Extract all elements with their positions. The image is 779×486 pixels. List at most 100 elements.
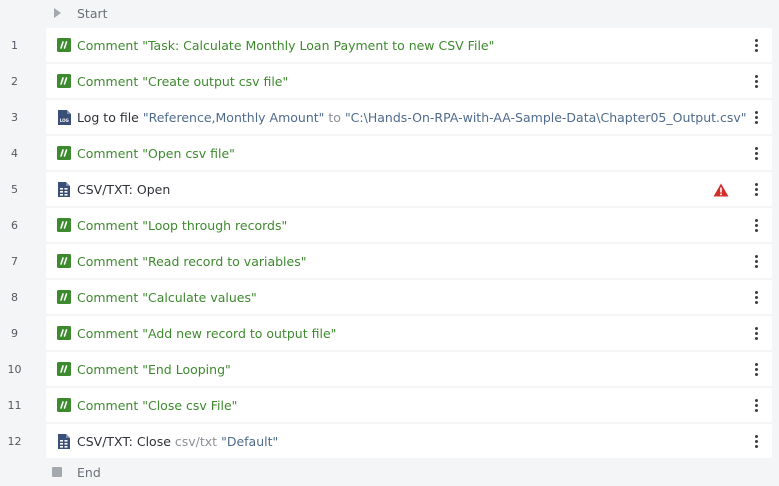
comment-icon bbox=[53, 64, 75, 98]
action-card[interactable]: LOG Log to file "Reference,Monthly Amount… bbox=[46, 100, 772, 134]
action-text: Comment "Calculate values" bbox=[77, 290, 749, 305]
action-name: Comment bbox=[77, 325, 139, 341]
action-parameter: "Reference,Monthly Amount" bbox=[142, 109, 325, 125]
action-card[interactable]: Comment "Calculate values" bbox=[46, 280, 772, 314]
action-text: Comment "Read record to variables" bbox=[77, 254, 749, 269]
more-options-icon[interactable] bbox=[746, 388, 766, 422]
action-row[interactable]: 7 Comment "Read record to variables" bbox=[0, 244, 779, 278]
more-options-icon[interactable] bbox=[746, 244, 766, 278]
comment-icon bbox=[53, 352, 75, 386]
action-card[interactable]: Comment "Add new record to output file" bbox=[46, 316, 772, 350]
comment-icon bbox=[53, 208, 75, 242]
action-keyword: csv/txt bbox=[174, 433, 218, 449]
more-options-icon[interactable] bbox=[746, 100, 766, 134]
more-options-icon[interactable] bbox=[746, 136, 766, 170]
line-number: 5 bbox=[11, 182, 18, 196]
action-card[interactable]: Comment "Loop through records" bbox=[46, 208, 772, 242]
action-name: Comment bbox=[77, 253, 139, 269]
line-number: 7 bbox=[11, 254, 18, 268]
action-text: Comment "Open csv file" bbox=[77, 146, 749, 161]
task-flow-editor: Start 1 Comment "Task: Calculate Monthly … bbox=[0, 0, 779, 486]
comment-icon bbox=[53, 244, 75, 278]
more-options-icon[interactable] bbox=[746, 280, 766, 314]
action-row[interactable]: 3 LOG Log to file "Reference,Monthly Amoun… bbox=[0, 100, 779, 134]
action-text: CSV/TXT: Open bbox=[77, 182, 749, 197]
action-parameter: "Calculate values" bbox=[142, 289, 257, 305]
action-parameter: "Read record to variables" bbox=[142, 253, 307, 269]
line-number: 9 bbox=[11, 326, 18, 340]
comment-icon bbox=[53, 388, 75, 422]
line-number: 10 bbox=[7, 362, 22, 376]
action-parameter: "Add new record to output file" bbox=[142, 325, 337, 341]
action-parameter: "Loop through records" bbox=[142, 217, 288, 233]
action-row[interactable]: 4 Comment "Open csv file" bbox=[0, 136, 779, 170]
action-card[interactable]: Comment "Open csv file" bbox=[46, 136, 772, 170]
action-name: Comment bbox=[77, 397, 139, 413]
action-text: Log to file "Reference,Monthly Amount" t… bbox=[77, 110, 749, 125]
comment-icon bbox=[53, 280, 75, 314]
line-number: 4 bbox=[11, 146, 18, 160]
action-parameter: "Open csv file" bbox=[142, 145, 235, 161]
start-marker: Start bbox=[46, 0, 108, 26]
more-options-icon[interactable] bbox=[746, 172, 766, 206]
action-text: CSV/TXT: Close csv/txt "Default" bbox=[77, 434, 749, 449]
action-name: Log to file bbox=[77, 109, 139, 125]
end-label: End bbox=[77, 464, 101, 480]
line-number: 12 bbox=[7, 434, 22, 448]
action-name: CSV/TXT: Open bbox=[77, 181, 171, 197]
action-row[interactable]: 6 Comment "Loop through records" bbox=[0, 208, 779, 242]
log-file-icon: LOG bbox=[53, 100, 75, 134]
action-card[interactable]: Comment "Create output csv file" bbox=[46, 64, 772, 98]
action-card[interactable]: Comment "Read record to variables" bbox=[46, 244, 772, 278]
action-name: Comment bbox=[77, 37, 139, 53]
more-options-icon[interactable] bbox=[746, 28, 766, 62]
action-card[interactable]: Comment "Task: Calculate Monthly Loan Pa… bbox=[46, 28, 772, 62]
more-options-icon[interactable] bbox=[746, 208, 766, 242]
action-text: Comment "Loop through records" bbox=[77, 218, 749, 233]
more-options-icon[interactable] bbox=[746, 352, 766, 386]
line-number: 1 bbox=[11, 38, 18, 52]
comment-icon bbox=[53, 28, 75, 62]
action-card[interactable]: Comment "End Looping" bbox=[46, 352, 772, 386]
more-options-icon[interactable] bbox=[746, 316, 766, 350]
action-text: Comment "Add new record to output file" bbox=[77, 326, 749, 341]
line-number: 8 bbox=[11, 290, 18, 304]
action-row[interactable]: 11 Comment "Close csv File" bbox=[0, 388, 779, 422]
action-row[interactable]: 2 Comment "Create output csv file" bbox=[0, 64, 779, 98]
action-text: Comment "End Looping" bbox=[77, 362, 749, 377]
svg-text:LOG: LOG bbox=[59, 118, 68, 123]
line-number: 2 bbox=[11, 74, 18, 88]
action-name: Comment bbox=[77, 289, 139, 305]
action-card[interactable]: CSV/TXT: Open bbox=[46, 172, 772, 206]
line-number: 11 bbox=[7, 398, 22, 412]
action-row[interactable]: 1 Comment "Task: Calculate Monthly Loan P… bbox=[0, 28, 779, 62]
csv-file-icon bbox=[53, 172, 75, 206]
action-parameter: "C:\Hands-On-RPA-with-AA-Sample-Data\Cha… bbox=[344, 109, 747, 125]
line-number: 6 bbox=[11, 218, 18, 232]
action-card[interactable]: CSV/TXT: Close csv/txt "Default" bbox=[46, 424, 772, 458]
action-row[interactable]: 12 CSV/TXT: Close csv/txt "Default" bbox=[0, 424, 779, 458]
action-keyword: to bbox=[328, 109, 341, 125]
action-text: Comment "Create output csv file" bbox=[77, 74, 749, 89]
stop-icon bbox=[46, 467, 68, 477]
action-text: Comment "Task: Calculate Monthly Loan Pa… bbox=[77, 38, 749, 53]
action-name: Comment bbox=[77, 73, 139, 89]
action-row[interactable]: 5 CSV/TXT: Open bbox=[0, 172, 779, 206]
action-row[interactable]: 10 Comment "End Looping" bbox=[0, 352, 779, 386]
action-parameter: "Default" bbox=[221, 433, 279, 449]
action-name: Comment bbox=[77, 217, 139, 233]
line-number: 3 bbox=[11, 110, 18, 124]
action-row[interactable]: 9 Comment "Add new record to output file" bbox=[0, 316, 779, 350]
action-name: Comment bbox=[77, 361, 139, 377]
warning-icon[interactable] bbox=[713, 182, 729, 197]
more-options-icon[interactable] bbox=[746, 64, 766, 98]
end-marker: End bbox=[46, 459, 101, 485]
start-label: Start bbox=[77, 5, 108, 21]
comment-icon bbox=[53, 316, 75, 350]
csv-file-icon bbox=[53, 424, 75, 458]
more-options-icon[interactable] bbox=[746, 424, 766, 458]
action-card[interactable]: Comment "Close csv File" bbox=[46, 388, 772, 422]
action-row[interactable]: 8 Comment "Calculate values" bbox=[0, 280, 779, 314]
action-parameter: "Task: Calculate Monthly Loan Payment to… bbox=[142, 37, 495, 53]
action-parameter: "Close csv File" bbox=[142, 397, 238, 413]
